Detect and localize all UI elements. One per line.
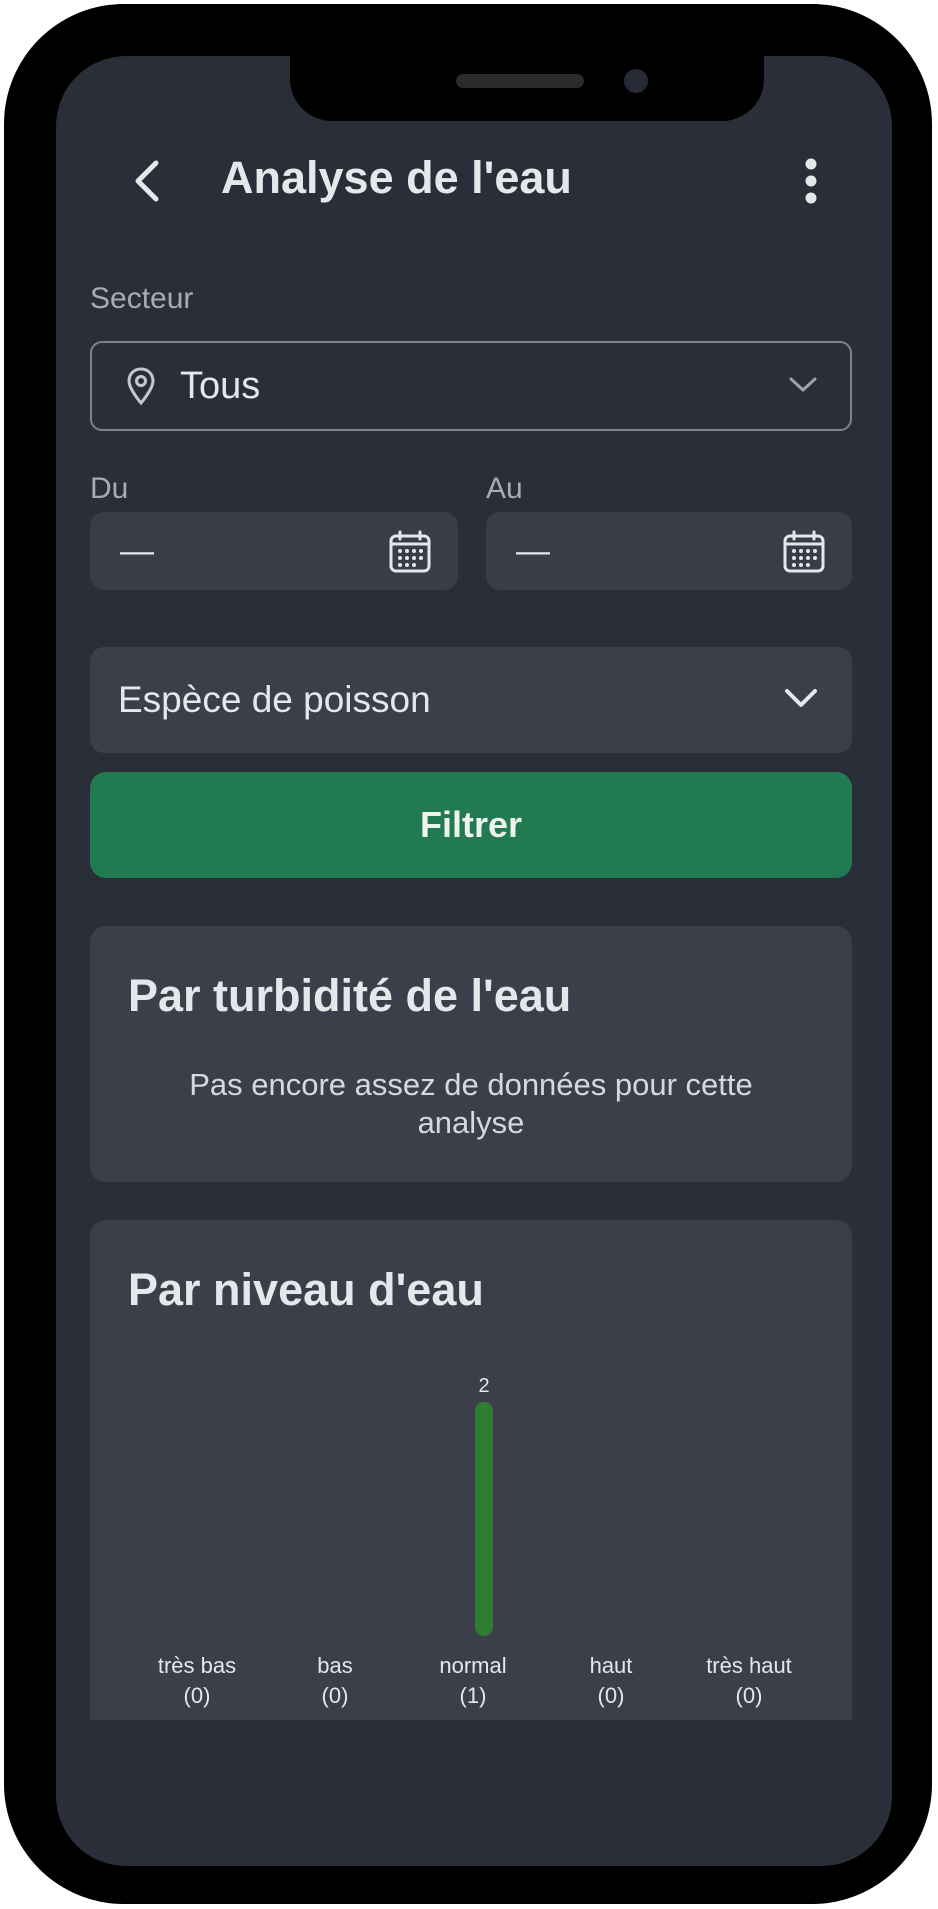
- turbidity-card-title: Par turbidité de l'eau: [128, 970, 572, 1021]
- turbidity-card: Par turbidité de l'eau Pas encore assez …: [90, 926, 852, 1182]
- to-date-field[interactable]: —: [486, 512, 852, 590]
- fish-species-select[interactable]: Espèce de poisson: [90, 647, 852, 753]
- bar-normal: [475, 1402, 493, 1636]
- chevron-down-icon: [789, 377, 817, 392]
- turbidity-empty-message: Pas encore assez de données pour cette a…: [189, 1067, 753, 1140]
- more-vertical-icon: [805, 158, 817, 204]
- front-camera: [624, 69, 648, 93]
- x-tick-count-label: (0): [322, 1683, 349, 1708]
- filter-button[interactable]: Filtrer: [90, 772, 852, 878]
- to-date-value: —: [516, 532, 550, 570]
- x-tick-label: haut: [590, 1653, 633, 1678]
- sector-select[interactable]: Tous: [90, 341, 852, 431]
- from-date-value: —: [120, 532, 154, 570]
- x-tick-label: bas: [317, 1653, 352, 1678]
- fish-species-placeholder: Espèce de poisson: [118, 679, 431, 720]
- x-tick-count-label: (0): [184, 1683, 211, 1708]
- more-options-button[interactable]: [786, 151, 836, 211]
- page-title: Analyse de l'eau: [221, 152, 572, 203]
- x-tick-count-label: (0): [736, 1683, 763, 1708]
- x-tick-count-label: (1): [460, 1683, 487, 1708]
- location-pin-icon: [127, 367, 155, 406]
- water-level-chart: très bas (0) bas (0) 2 normal (1) haut (0) très h…: [158, 1375, 792, 1708]
- x-tick-label: très bas: [158, 1653, 236, 1678]
- sector-label: Secteur: [90, 282, 194, 315]
- phone-frame: Analyse de l'eau Secteur Tous Du — Au — …: [4, 4, 932, 1904]
- from-date-field[interactable]: —: [90, 512, 458, 590]
- back-button[interactable]: [116, 151, 176, 211]
- calendar-icon: [389, 530, 431, 573]
- to-date-label: Au: [486, 472, 523, 505]
- x-tick-count-label: (0): [598, 1683, 625, 1708]
- from-date-label: Du: [90, 472, 129, 505]
- x-tick-label: très haut: [706, 1653, 792, 1678]
- calendar-icon: [783, 530, 825, 573]
- water-level-card: Par niveau d'eau très bas (0) bas (0) 2 norma…: [90, 1220, 852, 1720]
- bar-data-label: 2: [478, 1375, 489, 1397]
- app-screen: Analyse de l'eau Secteur Tous Du — Au — …: [56, 56, 892, 1866]
- chevron-left-icon: [135, 160, 159, 202]
- x-tick-label: normal: [439, 1653, 506, 1678]
- speaker-grille: [456, 74, 584, 88]
- sector-value: Tous: [180, 364, 261, 407]
- notch: [290, 56, 764, 121]
- chevron-down-icon: [785, 689, 817, 707]
